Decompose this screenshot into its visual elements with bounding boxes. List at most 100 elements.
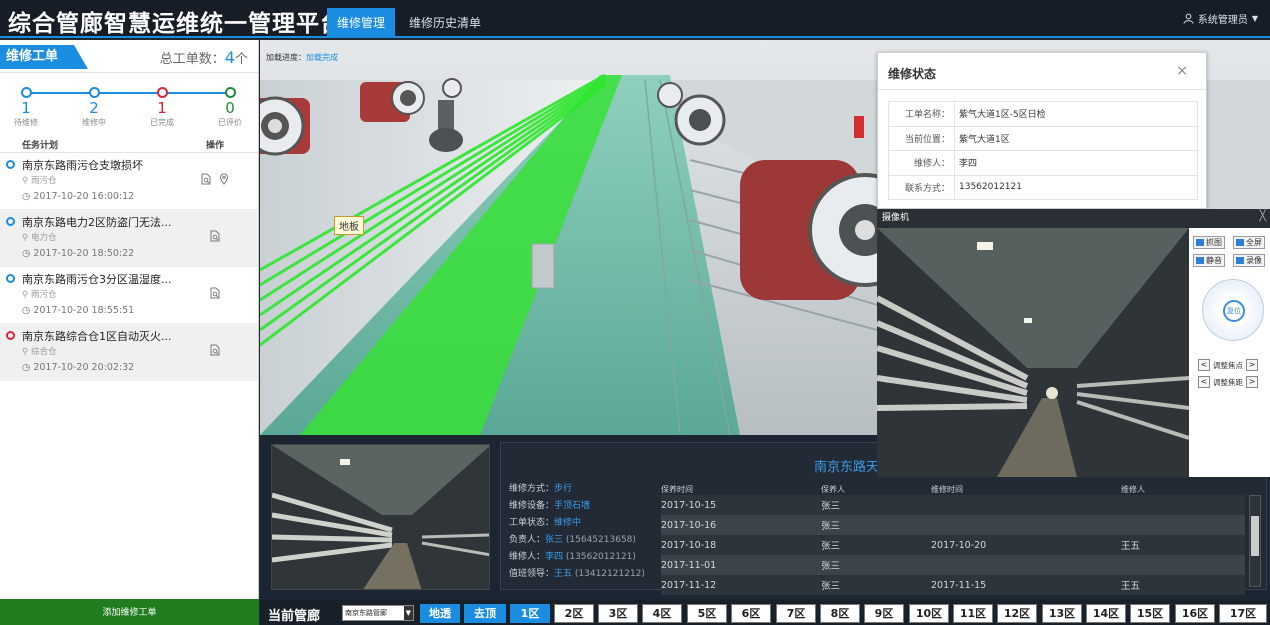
- location-icon[interactable]: [218, 173, 230, 185]
- focal-increase-button[interactable]: >: [1246, 376, 1258, 388]
- zone-button[interactable]: 2区: [554, 604, 594, 623]
- zone-button[interactable]: 14区: [1086, 604, 1126, 623]
- column-header: 维修人: [1121, 484, 1145, 494]
- zone-button[interactable]: 12区: [997, 604, 1037, 623]
- evaluated-count: 0: [225, 99, 235, 117]
- repair-status-table: 工单名称： 紫气大道1区-5区日检 当前位置： 紫气大道1区 维修人： 李四 联系方式…: [888, 101, 1198, 200]
- focus-increase-button[interactable]: >: [1246, 359, 1258, 371]
- load-progress: 加载进度：加载完成: [266, 52, 338, 63]
- camera-feed-image: [877, 228, 1189, 477]
- add-work-order-button[interactable]: 添加维修工单: [0, 599, 259, 625]
- in-progress-count: 2: [89, 99, 99, 117]
- zone-button[interactable]: 4区: [642, 604, 682, 623]
- close-icon[interactable]: ×: [1176, 63, 1188, 79]
- app-root: 综合管廊智慧运维统一管理平台 维修管理 维修历史清单 系统管理员 ▼ 维修工单 …: [0, 0, 1270, 625]
- tab-repair-history[interactable]: 维修历史清单: [399, 8, 491, 38]
- repair-status-title: 维修状态: [888, 67, 937, 81]
- table-cell: 张三: [821, 555, 931, 575]
- fullscreen-button[interactable]: 全屏: [1233, 236, 1265, 249]
- field-key: 维修人：: [509, 552, 546, 562]
- column-header: 保养时间: [661, 484, 693, 494]
- tab-repair-management[interactable]: 维修管理: [327, 8, 396, 38]
- scrollbar-thumb[interactable]: [1251, 516, 1259, 556]
- table-row[interactable]: 2017-10-15 张三: [661, 495, 1245, 515]
- task-name: 南京东路雨污仓支墩损坏: [22, 159, 143, 172]
- field-value[interactable]: 张三: [545, 535, 563, 545]
- document-search-icon[interactable]: [200, 173, 212, 185]
- table-row[interactable]: 2017-10-18 张三 2017-10-20 王五: [661, 535, 1245, 555]
- user-name: 系统管理员: [1197, 15, 1248, 26]
- zone-button[interactable]: 3区: [598, 604, 638, 623]
- detail-location-title: 南京东路天: [814, 460, 880, 475]
- focus-decrease-button[interactable]: <: [1198, 359, 1210, 371]
- progress-line: [166, 92, 226, 94]
- repair-method: 维修方式：步行: [509, 481, 572, 494]
- status-row: 工单名称： 紫气大道1区-5区日检: [888, 101, 1198, 127]
- document-search-icon[interactable]: [209, 344, 221, 356]
- table-row[interactable]: 2017-11-12 张三 2017-11-15 王五: [661, 575, 1245, 595]
- close-icon[interactable]: ╳: [1259, 209, 1266, 222]
- table-row[interactable]: 2017-10-16 张三: [661, 515, 1245, 535]
- gallery-select[interactable]: 南京东路管廊 ▼: [342, 605, 414, 621]
- table-scrollbar[interactable]: [1249, 495, 1261, 587]
- field-value[interactable]: 王五: [554, 569, 572, 579]
- status-dot-evaluated: [225, 87, 236, 98]
- repair-status-popup: 维修状态 × 工单名称： 紫气大道1区-5区日检 当前位置： 紫气大道1区 维修人：…: [877, 52, 1207, 209]
- mute-button[interactable]: 静音: [1193, 254, 1225, 267]
- location-pin-icon: ⚲: [22, 347, 31, 357]
- status-key: 维修人：: [888, 150, 955, 176]
- zone-button[interactable]: 7区: [776, 604, 816, 623]
- record-button[interactable]: 录像: [1233, 254, 1265, 267]
- task-time-text: 2017-10-20 20:02:32: [33, 362, 135, 373]
- responsible-person: 负责人：张三 (15645213658): [509, 532, 636, 545]
- task-item[interactable]: 南京东路雨污仓支墩损坏 ⚲ 雨污仓 ◷ 2017-10-20 16:00:12: [0, 153, 258, 210]
- floor-tooltip: 地板: [334, 216, 364, 235]
- detail-thumbnail[interactable]: [271, 444, 490, 590]
- field-key: 工单状态：: [509, 518, 555, 528]
- zone-button[interactable]: 8区: [820, 604, 860, 623]
- snapshot-button[interactable]: 抓图: [1193, 236, 1225, 249]
- zone-button[interactable]: 11区: [953, 604, 993, 623]
- zone-button[interactable]: 1区: [510, 604, 550, 623]
- table-row[interactable]: 2017-11-01 张三: [661, 555, 1245, 575]
- field-key: 维修设备：: [509, 501, 555, 511]
- task-location: ⚲ 综合仓: [22, 345, 56, 357]
- focal-decrease-button[interactable]: <: [1198, 376, 1210, 388]
- task-time-text: 2017-10-20 18:50:22: [33, 248, 135, 259]
- ptz-dial[interactable]: 复位: [1202, 279, 1264, 341]
- document-search-icon[interactable]: [209, 287, 221, 299]
- table-cell: [931, 495, 1121, 515]
- field-value[interactable]: 李四: [545, 552, 563, 562]
- clock-icon: ◷: [22, 362, 34, 373]
- table-cell: [1121, 495, 1245, 515]
- zone-button[interactable]: 10区: [909, 604, 949, 623]
- chevron-down-icon: ▼: [403, 606, 413, 620]
- zone-button[interactable]: 15区: [1130, 604, 1170, 623]
- user-menu[interactable]: 系统管理员 ▼: [1183, 11, 1258, 26]
- work-order-panel: 维修工单 总工单数：4个 1 2 1 0 待维修 维修中 已完成 已评价 任务计…: [0, 40, 259, 625]
- camera-controls: 抓图 全屏 静音 录像 复位 < 调整焦点 > < 调整焦距 >: [1189, 228, 1270, 477]
- task-item[interactable]: 南京东路雨污仓3分区温湿度... ⚲ 雨污仓 ◷ 2017-10-20 18:5…: [0, 267, 258, 324]
- thumbnail-image: [272, 445, 489, 589]
- table-cell: 张三: [821, 535, 931, 555]
- camera-feed[interactable]: [877, 228, 1189, 477]
- status-value: 紫气大道1区-5区日检: [954, 101, 1198, 127]
- reset-button[interactable]: 复位: [1223, 300, 1245, 322]
- zone-button[interactable]: 6区: [731, 604, 771, 623]
- document-search-icon[interactable]: [209, 230, 221, 242]
- progress-line: [98, 92, 158, 94]
- zone-button[interactable]: 16区: [1175, 604, 1215, 623]
- clock-icon: ◷: [22, 248, 34, 259]
- task-item[interactable]: 南京东路综合仓1区自动灭火... ⚲ 综合仓 ◷ 2017-10-20 20:0…: [0, 324, 258, 381]
- table-cell: [1121, 515, 1245, 535]
- column-header: 保养人: [821, 484, 845, 494]
- task-item[interactable]: 南京东路电力2区防盗门无法... ⚲ 电力仓 ◷ 2017-10-20 18:5…: [0, 210, 258, 267]
- remove-top-button[interactable]: 去顶: [464, 604, 506, 623]
- zone-button[interactable]: 17区: [1219, 604, 1267, 623]
- zone-button[interactable]: 9区: [864, 604, 904, 623]
- field-value: 维修中: [554, 518, 582, 528]
- app-title: 综合管廊智慧运维统一管理平台: [8, 11, 344, 37]
- zone-button[interactable]: 13区: [1042, 604, 1082, 623]
- transparent-ground-button[interactable]: 地透: [420, 604, 460, 623]
- zone-button[interactable]: 5区: [687, 604, 727, 623]
